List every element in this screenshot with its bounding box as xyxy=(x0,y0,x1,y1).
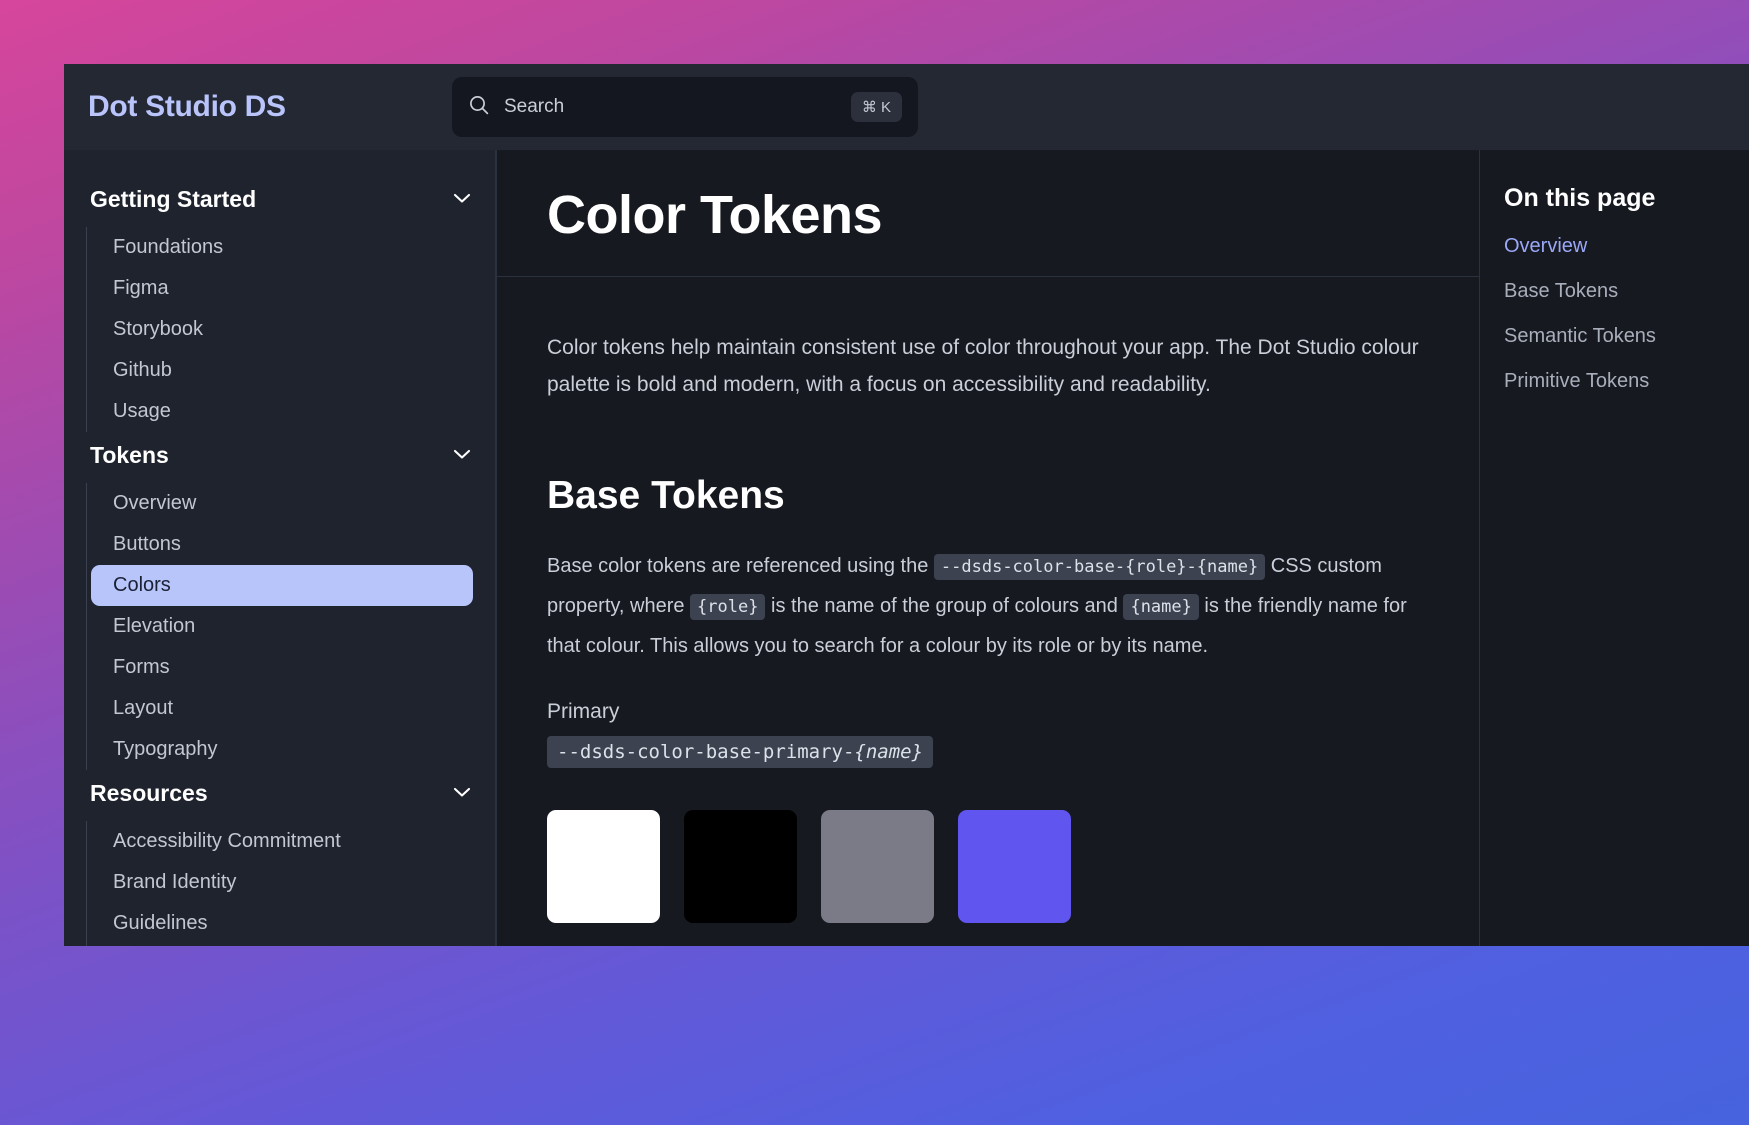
sidebar-item-design-system-resources[interactable]: Design System Resources xyxy=(91,944,473,946)
page-header: Color Tokens xyxy=(497,150,1479,277)
sidebar-item-colors[interactable]: Colors xyxy=(91,565,473,606)
toc-item-base-tokens[interactable]: Base Tokens xyxy=(1504,280,1749,303)
sidebar-item-github[interactable]: Github xyxy=(91,350,473,391)
app-window: Dot Studio DS ⌘ K Getting Started xyxy=(64,64,1749,946)
sidebar-item-accessibility-commitment[interactable]: Accessibility Commitment xyxy=(91,821,473,862)
content-area: Color tokens help maintain consistent us… xyxy=(497,277,1479,946)
nav-group-title: Getting Started xyxy=(90,186,257,212)
code-role-placeholder: {role} xyxy=(690,593,766,620)
main-content: Color Tokens Color tokens help maintain … xyxy=(496,150,1479,946)
code-token-pattern: --dsds-color-base-{role}-{name} xyxy=(933,553,1266,580)
color-swatch-grey xyxy=(821,809,934,923)
desc-text-1: Base color tokens are referenced using t… xyxy=(547,554,934,577)
nav-group-title: Tokens xyxy=(90,442,169,468)
nav-group-header-resources[interactable]: Resources xyxy=(86,778,473,809)
sidebar-item-typography[interactable]: Typography xyxy=(91,729,473,770)
search-shortcut-badge: ⌘ K xyxy=(850,92,902,122)
sidebar-item-foundations[interactable]: Foundations xyxy=(91,227,473,268)
app-logo[interactable]: Dot Studio DS xyxy=(88,90,452,124)
token-code-primary: --dsds-color-base-primary-{name} xyxy=(547,735,934,768)
token-group-label-primary: Primary xyxy=(547,699,620,723)
sidebar-item-forms[interactable]: Forms xyxy=(91,647,473,688)
chevron-down-icon xyxy=(453,785,471,803)
section-heading-base-tokens: Base Tokens xyxy=(547,473,785,517)
color-swatch-purple xyxy=(958,809,1071,923)
color-swatch-label: {grey} xyxy=(821,945,934,946)
token-code-prefix: --dsds-color-base-primary- xyxy=(557,740,855,763)
code-name-placeholder: {name} xyxy=(1123,593,1199,620)
sidebar-item-usage[interactable]: Usage xyxy=(91,391,473,432)
nav-group-header-tokens[interactable]: Tokens xyxy=(86,440,473,471)
color-swatch-label: {purple} xyxy=(958,945,1071,946)
sidebar-item-buttons[interactable]: Buttons xyxy=(91,524,473,565)
sidebar-item-elevation[interactable]: Elevation xyxy=(91,606,473,647)
toc-item-primitive-tokens[interactable]: Primitive Tokens xyxy=(1504,370,1749,393)
sidebar-item-storybook[interactable]: Storybook xyxy=(91,309,473,350)
nav-group-tokens: Tokens Overview Buttons Colors Elevation… xyxy=(86,440,473,770)
color-swatch-item[interactable]: {black} xyxy=(684,809,797,946)
color-swatch-white xyxy=(547,809,660,923)
toc-item-overview[interactable]: Overview xyxy=(1504,235,1749,258)
search-input[interactable] xyxy=(504,96,837,118)
base-tokens-description: Base color tokens are referenced using t… xyxy=(547,546,1429,666)
top-bar: Dot Studio DS ⌘ K xyxy=(64,64,1749,150)
chevron-down-icon xyxy=(453,447,471,465)
color-swatch-item[interactable]: {white} xyxy=(547,809,660,946)
nav-group-resources: Resources Accessibility Commitment Brand… xyxy=(86,778,473,946)
chevron-down-icon xyxy=(453,191,471,209)
page-title: Color Tokens xyxy=(547,185,883,245)
search-container: ⌘ K xyxy=(452,77,918,137)
on-this-page-panel: On this page Overview Base Tokens Semant… xyxy=(1479,150,1749,946)
nav-group-title: Resources xyxy=(90,780,208,806)
search-box[interactable]: ⌘ K xyxy=(452,77,918,137)
body-split: Getting Started Foundations Figma Storyb… xyxy=(64,150,1749,946)
sidebar-item-brand-identity[interactable]: Brand Identity xyxy=(91,862,473,903)
token-code-variable: {name} xyxy=(854,740,924,763)
color-swatch-label: {black} xyxy=(684,945,797,946)
color-swatch-label: {white} xyxy=(547,945,660,946)
sidebar-item-guidelines[interactable]: Guidelines xyxy=(91,903,473,944)
on-this-page-title: On this page xyxy=(1504,184,1656,212)
nav-sublist-getting-started: Foundations Figma Storybook Github Usage xyxy=(86,227,473,432)
nav-sublist-resources: Accessibility Commitment Brand Identity … xyxy=(86,821,473,946)
desc-text-3: is the name of the group of colours and xyxy=(765,594,1124,617)
color-swatch-item[interactable]: {grey} xyxy=(821,809,934,946)
toc-item-semantic-tokens[interactable]: Semantic Tokens xyxy=(1504,325,1749,348)
nav-group-header-getting-started[interactable]: Getting Started xyxy=(86,184,473,215)
search-icon xyxy=(468,94,490,121)
sidebar-item-layout[interactable]: Layout xyxy=(91,688,473,729)
nav-sublist-tokens: Overview Buttons Colors Elevation Forms … xyxy=(86,483,473,770)
nav-group-getting-started: Getting Started Foundations Figma Storyb… xyxy=(86,184,473,432)
color-swatch-black xyxy=(684,809,797,923)
sidebar-item-figma[interactable]: Figma xyxy=(91,268,473,309)
sidebar-item-overview[interactable]: Overview xyxy=(91,483,473,524)
color-swatch-row: {white} {black} {grey} {purple} xyxy=(547,809,1429,946)
page-intro-text: Color tokens help maintain consistent us… xyxy=(547,336,1419,397)
sidebar-navigation: Getting Started Foundations Figma Storyb… xyxy=(64,150,496,946)
color-swatch-item[interactable]: {purple} xyxy=(958,809,1071,946)
